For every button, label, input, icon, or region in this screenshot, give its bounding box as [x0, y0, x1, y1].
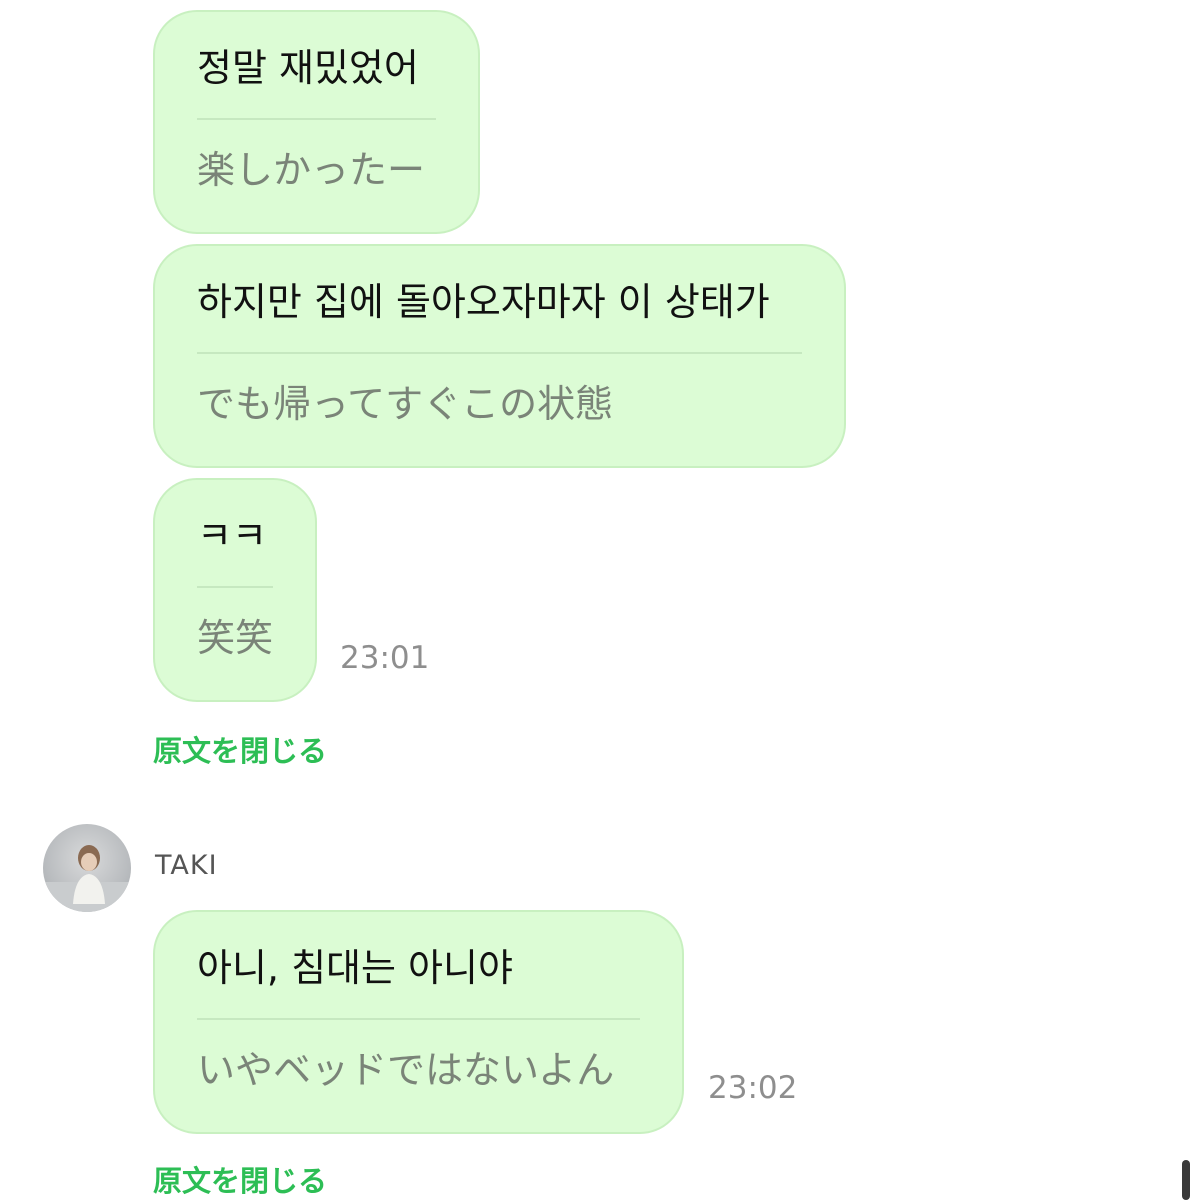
message-original-text: 아니, 침대는 아니야 — [197, 946, 513, 990]
message-timestamp: 23:01 — [340, 640, 430, 676]
bubble-divider — [197, 586, 273, 588]
message-translation-text: いやベッドではないよん — [197, 1048, 615, 1092]
message-translation-text: 楽しかったー — [197, 148, 426, 192]
bubble-divider — [197, 352, 802, 354]
message-timestamp: 23:02 — [708, 1070, 798, 1106]
bubble-divider — [197, 1018, 640, 1020]
bubble-divider — [197, 118, 436, 120]
message-bubble[interactable]: 하지만 집에 돌아오자마자 이 상태가 でも帰ってすぐこの状態 — [153, 244, 846, 468]
message-bubble[interactable]: 정말 재밌었어 楽しかったー — [153, 10, 480, 234]
message-bubble[interactable]: ㅋㅋ 笑笑 — [153, 478, 317, 702]
close-original-link[interactable]: 原文を閉じる — [153, 1158, 327, 1200]
message-translation-text: でも帰ってすぐこの状態 — [197, 382, 614, 426]
message-original-text: 정말 재밌었어 — [197, 46, 419, 90]
message-bubble[interactable]: 아니, 침대는 아니야 いやベッドではないよん — [153, 910, 684, 1134]
message-original-text: 하지만 집에 돌아오자마자 이 상태가 — [197, 280, 770, 324]
sender-name: TAKI — [155, 850, 218, 881]
user-photo-icon — [43, 845, 131, 912]
avatar[interactable] — [43, 824, 131, 912]
message-translation-text: 笑笑 — [197, 616, 274, 660]
scrollbar[interactable] — [1182, 1160, 1190, 1200]
close-original-link[interactable]: 原文を閉じる — [153, 728, 327, 770]
message-original-text: ㅋㅋ — [197, 514, 267, 558]
